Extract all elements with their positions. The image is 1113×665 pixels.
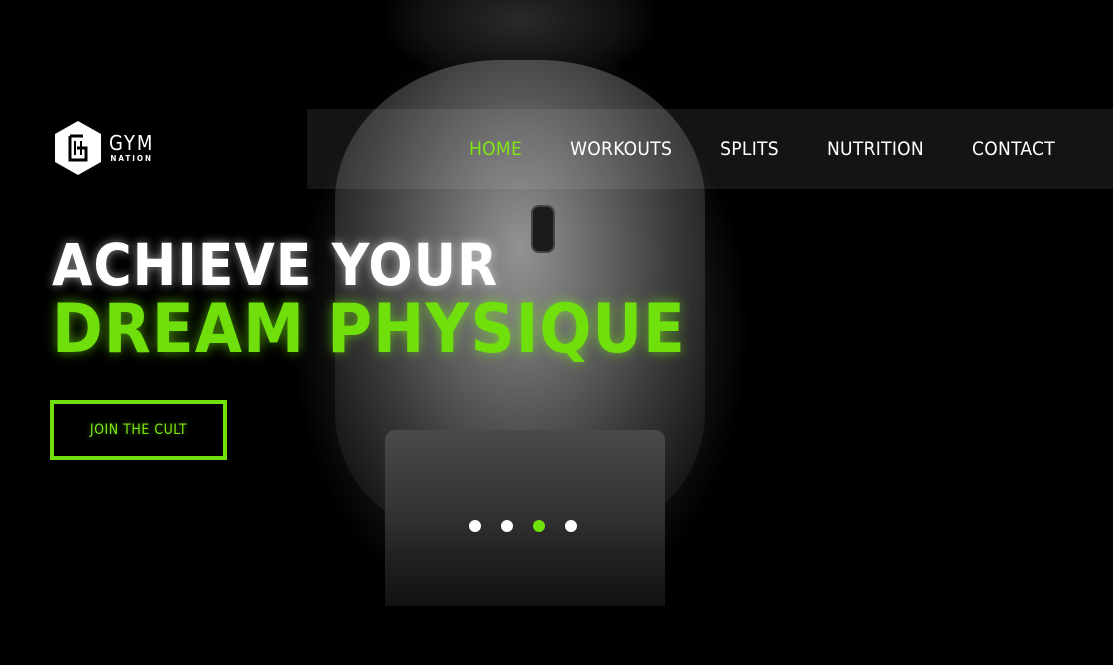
nav-item-contact[interactable]: CONTACT [972,137,1055,161]
nav-item-splits[interactable]: SPLITS [720,137,779,161]
logo-line-1: GYM [109,131,155,155]
brand-logo[interactable]: GYM NATION [53,120,154,176]
hero-headline-line-2: DREAM PHYSIQUE [52,290,686,369]
logo-hexagon-icon [55,121,101,175]
logo-text: GYM NATION [109,133,154,163]
hero-headline: ACHIEVE YOUR DREAM PHYSIQUE [52,236,686,364]
logo-line-2: NATION [110,154,154,163]
page: GYM NATION HOME WORKOUTS SPLITS NUTRITIO… [0,0,1113,665]
carousel-dot-4[interactable] [565,520,577,532]
carousel-dot-3[interactable] [533,520,545,532]
nav-item-workouts[interactable]: WORKOUTS [570,137,672,161]
join-button[interactable]: JOIN THE CULT [50,400,227,460]
nav-item-nutrition[interactable]: NUTRITION [827,137,924,161]
carousel-indicators [469,520,597,532]
carousel-dot-1[interactable] [469,520,481,532]
main-nav: HOME WORKOUTS SPLITS NUTRITION CONTACT [469,137,1103,161]
carousel-dot-2[interactable] [501,520,513,532]
nav-item-home[interactable]: HOME [469,137,522,161]
hero-headline-line-1: ACHIEVE YOUR [52,231,499,299]
